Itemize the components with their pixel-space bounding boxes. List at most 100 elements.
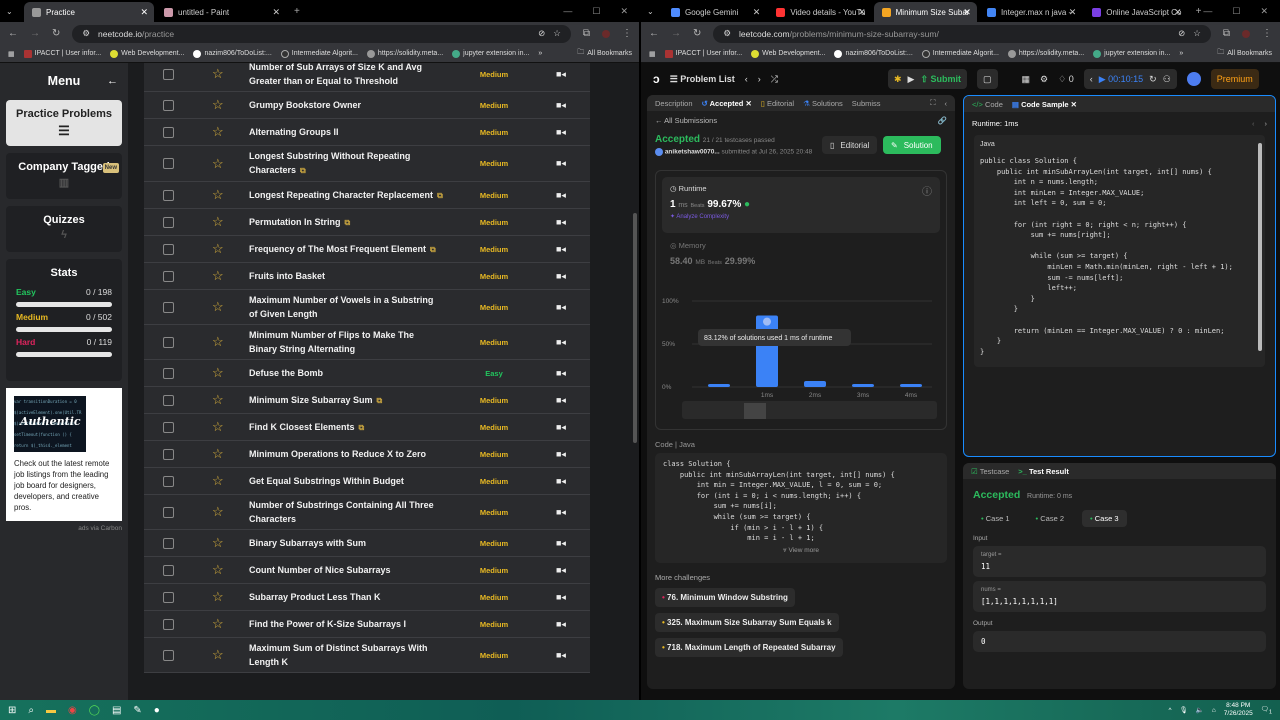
star-icon[interactable]: ☆ <box>212 124 226 140</box>
star-icon[interactable]: ☆ <box>212 66 226 82</box>
bookmark[interactable]: Web Development... <box>110 49 184 58</box>
ad-note[interactable]: ads via Carbon <box>6 525 122 532</box>
completed-checkbox[interactable] <box>163 367 174 379</box>
forward-icon[interactable]: → <box>671 28 681 39</box>
problem-title-link[interactable]: Maximum Number of Vowels in a Substring … <box>249 295 433 319</box>
problem-list-link[interactable]: ☰ Problem List <box>670 74 735 85</box>
more-bookmarks-icon[interactable]: » <box>1179 50 1183 57</box>
case-1-tab[interactable]: • Case 1 <box>973 510 1018 527</box>
username[interactable]: aniketshaw0070... <box>665 149 720 156</box>
tab-submissions[interactable]: Submiss <box>852 99 881 108</box>
bookmark[interactable]: nazim806/ToDoList:... <box>193 49 272 58</box>
completed-checkbox[interactable] <box>163 506 174 518</box>
star-icon[interactable]: ☆ <box>212 473 226 489</box>
mic-icon[interactable]: 🎙 <box>1180 706 1188 714</box>
reload-icon[interactable]: ↻ <box>52 28 60 39</box>
problem-title-link[interactable]: Fruits into Basket <box>249 271 325 281</box>
video-icon[interactable]: ■◂ <box>556 507 566 518</box>
star-icon[interactable]: ☆ <box>212 535 226 551</box>
bookmark[interactable]: https://solidity.meta... <box>366 49 443 58</box>
view-more-button[interactable]: ⩔ View more <box>663 547 939 555</box>
completed-checkbox[interactable] <box>163 421 174 433</box>
forward-icon[interactable]: → <box>30 28 40 39</box>
close-icon[interactable]: ✕ <box>753 7 761 18</box>
minimize-icon[interactable]: — <box>1203 6 1212 17</box>
link-icon[interactable]: 🔗 <box>938 116 947 125</box>
completed-checkbox[interactable] <box>163 618 174 630</box>
network-icon[interactable]: ⌂ <box>1212 707 1216 714</box>
external-link-icon[interactable]: ⧉ <box>430 245 436 254</box>
scrollbar[interactable] <box>1258 143 1262 351</box>
completed-checkbox[interactable] <box>163 189 174 201</box>
file-explorer-icon[interactable]: ▬ <box>46 705 56 716</box>
star-icon[interactable]: ☆ <box>212 419 226 435</box>
clock-time[interactable]: 8:48 PM <box>1224 702 1253 710</box>
completed-checkbox[interactable] <box>163 243 174 255</box>
browser-tab[interactable]: Online JavaScript Co ✕ <box>1084 2 1187 22</box>
video-icon[interactable]: ■◂ <box>556 158 566 169</box>
video-icon[interactable]: ■◂ <box>556 190 566 201</box>
reload-icon[interactable]: ↻ <box>693 28 701 39</box>
video-icon[interactable]: ■◂ <box>556 100 566 111</box>
video-icon[interactable]: ■◂ <box>556 650 566 661</box>
settings-icon[interactable]: ⚙ <box>1040 74 1048 85</box>
bookmark[interactable]: Intermediate Algorit... <box>921 49 999 58</box>
video-icon[interactable]: ■◂ <box>556 422 566 433</box>
distribution-bar[interactable] <box>708 384 730 387</box>
range-handle[interactable] <box>744 403 766 419</box>
star-icon[interactable]: ☆ <box>212 365 226 381</box>
problem-title-link[interactable]: Number of Substrings Containing All Thre… <box>249 500 434 524</box>
next-problem-icon[interactable]: › <box>758 74 761 84</box>
sidebar-item-company-tagged[interactable]: Company Tagged New ▥ <box>6 153 122 199</box>
tab-search-icon[interactable]: ⌄ <box>6 7 22 16</box>
bookmark[interactable]: IPACCT | User infor... <box>664 49 742 58</box>
problem-title-link[interactable]: Longest Repeating Character Replacement <box>249 190 433 200</box>
completed-checkbox[interactable] <box>163 649 174 661</box>
video-icon[interactable]: ■◂ <box>556 619 566 630</box>
maximize-icon[interactable]: ⛶ <box>930 98 935 108</box>
solution-button[interactable]: ✎ Solution <box>883 136 941 154</box>
challenge-link[interactable]: • 76. Minimum Window Substring <box>655 588 795 607</box>
editorial-button[interactable]: ▯ Editorial <box>822 136 878 154</box>
premium-button[interactable]: Premium <box>1210 69 1259 89</box>
video-icon[interactable]: ■◂ <box>556 217 566 228</box>
completed-checkbox[interactable] <box>163 537 174 549</box>
external-link-icon[interactable]: ⧉ <box>300 166 306 175</box>
maximize-icon[interactable]: ☐ <box>1232 6 1240 17</box>
problem-title-link[interactable]: Number of Sub Arrays of Size K and Avg G… <box>249 63 422 86</box>
url-input[interactable]: ⚙ neetcode.io/practice ⊘ ☆ <box>72 24 571 43</box>
distribution-bar[interactable] <box>852 384 874 387</box>
eye-off-icon[interactable]: ⊘ <box>538 28 545 39</box>
completed-checkbox[interactable] <box>163 158 174 169</box>
problem-title-link[interactable]: Minimum Size Subarray Sum <box>249 395 373 405</box>
site-info-icon[interactable]: ⚙ <box>723 28 731 39</box>
runtime-card[interactable]: ◷ Runtime ⓘ 1 ms Beats 99.67% ● ✦ Analyz… <box>662 177 940 233</box>
chrome-icon[interactable]: ◉ <box>68 705 77 716</box>
close-icon[interactable]: ✕ <box>1174 7 1182 18</box>
distribution-bar[interactable] <box>804 380 826 387</box>
all-bookmarks[interactable]: 🗀 All Bookmarks <box>1217 48 1272 59</box>
problem-title-link[interactable]: Permutation In String <box>249 217 341 227</box>
extensions-icon[interactable]: ⧉ <box>583 28 590 39</box>
leetcode-logo-icon[interactable]: ↄ <box>653 72 660 86</box>
tab-test-result[interactable]: >_ Test Result <box>1018 467 1069 476</box>
completed-checkbox[interactable] <box>163 68 174 80</box>
external-link-icon[interactable]: ⧉ <box>359 423 365 432</box>
all-bookmarks[interactable]: 🗀 All Bookmarks <box>577 48 632 59</box>
challenge-link[interactable]: • 718. Maximum Length of Repeated Subarr… <box>655 638 843 657</box>
streak-counter[interactable]: ♢ 0 <box>1058 74 1074 85</box>
external-link-icon[interactable]: ⧉ <box>345 218 351 227</box>
next-sample-icon[interactable]: › <box>1265 119 1268 128</box>
sidebar-item-quizzes[interactable]: Quizzes ϟ <box>6 206 122 252</box>
close-icon[interactable]: ✕ <box>140 7 148 18</box>
problem-title-link[interactable]: Get Equal Substrings Within Budget <box>249 476 404 486</box>
tab-search-icon[interactable]: ⌄ <box>647 7 661 16</box>
app-icon[interactable]: ▤ <box>112 705 121 716</box>
submit-button[interactable]: ⇧ Submit <box>920 74 961 85</box>
star-icon[interactable]: ☆ <box>212 97 226 113</box>
problem-title-link[interactable]: Count Number of Nice Subarrays <box>249 565 391 575</box>
run-icon[interactable]: ▶ <box>908 74 915 85</box>
star-icon[interactable]: ☆ <box>212 214 226 230</box>
video-icon[interactable]: ■◂ <box>556 127 566 138</box>
apps-icon[interactable]: ▦ <box>8 50 15 58</box>
